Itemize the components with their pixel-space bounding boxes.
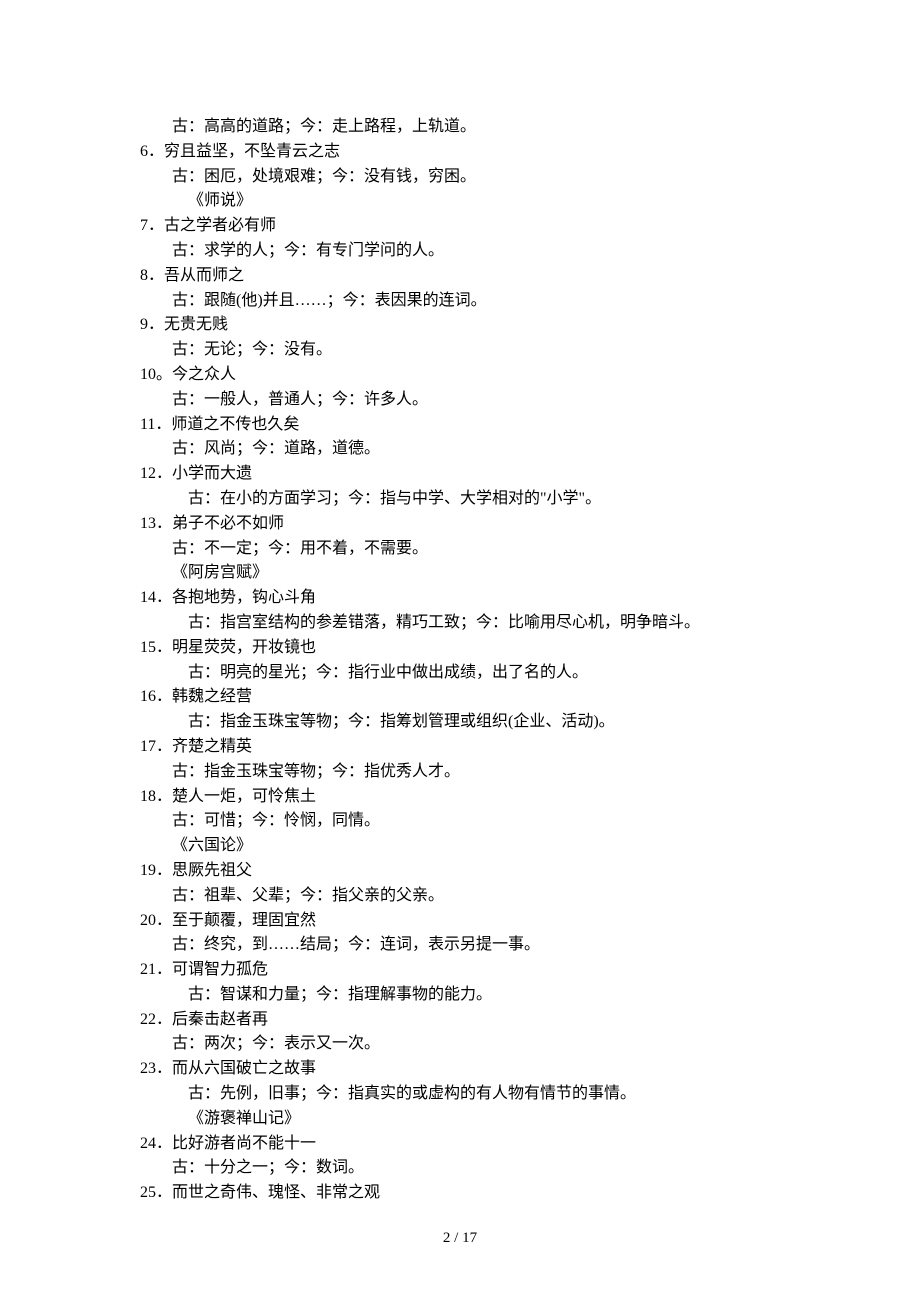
text-line: 古：求学的人；今：有专门学问的人。	[140, 239, 780, 264]
text-line: 古：智谋和力量；今：指理解事物的能力。	[140, 983, 780, 1008]
text-line: 古：无论；今：没有。	[140, 338, 780, 363]
text-line: 22．后秦击赵者再	[140, 1008, 780, 1033]
text-line: 21．可谓智力孤危	[140, 958, 780, 983]
text-line: 古：不一定；今：用不着，不需要。	[140, 537, 780, 562]
text-line: 古：指金玉珠宝等物；今：指筹划管理或组织(企业、活动)。	[140, 710, 780, 735]
document-page: 古：高高的道路；今：走上路程，上轨道。6．穷且益坚，不坠青云之志古：困厄，处境艰…	[0, 0, 920, 1302]
text-line: 14．各抱地势，钩心斗角	[140, 586, 780, 611]
text-line: 16．韩魏之经营	[140, 685, 780, 710]
text-line: 《师说》	[140, 189, 780, 214]
text-line: 古：先例，旧事；今：指真实的或虚构的有人物有情节的事情。	[140, 1082, 780, 1107]
text-line: 古：高高的道路；今：走上路程，上轨道。	[140, 115, 780, 140]
text-line: 古：两次；今：表示又一次。	[140, 1032, 780, 1057]
text-line: 17．齐楚之精英	[140, 735, 780, 760]
text-line: 25．而世之奇伟、瑰怪、非常之观	[140, 1181, 780, 1206]
text-line: 18．楚人一炬，可怜焦土	[140, 785, 780, 810]
text-line: 《游褒禅山记》	[140, 1107, 780, 1132]
text-line: 15．明星荧荧，开妆镜也	[140, 636, 780, 661]
text-line: 古：指宫室结构的参差错落，精巧工致；今：比喻用尽心机，明争暗斗。	[140, 611, 780, 636]
page-footer: 2 / 17	[0, 1227, 920, 1250]
text-line: 24．比好游者尚不能十一	[140, 1132, 780, 1157]
text-line: 13．弟子不必不如师	[140, 512, 780, 537]
text-line: 12．小学而大遗	[140, 462, 780, 487]
text-line: 23．而从六国破亡之故事	[140, 1057, 780, 1082]
document-content: 古：高高的道路；今：走上路程，上轨道。6．穷且益坚，不坠青云之志古：困厄，处境艰…	[140, 115, 780, 1206]
text-line: 古：在小的方面学习；今：指与中学、大学相对的"小学"。	[140, 487, 780, 512]
text-line: 9．无贵无贱	[140, 313, 780, 338]
text-line: 古：指金玉珠宝等物；今：指优秀人才。	[140, 760, 780, 785]
text-line: 《阿房宫赋》	[140, 561, 780, 586]
text-line: 古：祖辈、父辈；今：指父亲的父亲。	[140, 884, 780, 909]
text-line: 古：十分之一；今：数词。	[140, 1156, 780, 1181]
text-line: 古：一般人，普通人；今：许多人。	[140, 388, 780, 413]
text-line: 《六国论》	[140, 834, 780, 859]
text-line: 20．至于颠覆，理固宜然	[140, 909, 780, 934]
text-line: 古：困厄，处境艰难；今：没有钱，穷困。	[140, 165, 780, 190]
text-line: 11．师道之不传也久矣	[140, 413, 780, 438]
text-line: 古：终究，到……结局；今：连词，表示另提一事。	[140, 933, 780, 958]
text-line: 10。今之众人	[140, 363, 780, 388]
text-line: 古：可惜；今：怜悯，同情。	[140, 809, 780, 834]
text-line: 8．吾从而师之	[140, 264, 780, 289]
text-line: 7．古之学者必有师	[140, 214, 780, 239]
text-line: 古：跟随(他)并且……；今：表因果的连词。	[140, 289, 780, 314]
text-line: 古：明亮的星光；今：指行业中做出成绩，出了名的人。	[140, 661, 780, 686]
text-line: 19．思厥先祖父	[140, 859, 780, 884]
text-line: 古：风尚；今：道路，道德。	[140, 437, 780, 462]
text-line: 6．穷且益坚，不坠青云之志	[140, 140, 780, 165]
